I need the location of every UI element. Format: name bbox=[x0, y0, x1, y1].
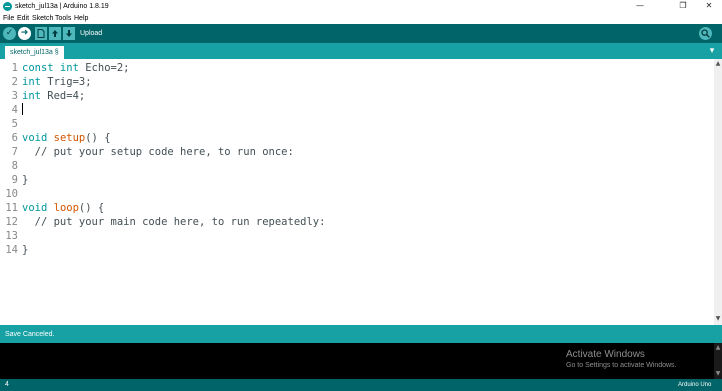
code-text: } bbox=[22, 244, 29, 256]
code-function: setup bbox=[53, 132, 86, 144]
code-text: Trig=3; bbox=[40, 76, 92, 88]
line-number: 12 bbox=[5, 216, 18, 228]
line-number: 3 bbox=[11, 90, 18, 102]
line-number: 5 bbox=[11, 118, 18, 130]
code-text: () { bbox=[78, 202, 105, 214]
line-number: 6 bbox=[11, 132, 18, 144]
code-keyword: void bbox=[22, 132, 48, 144]
status-message: Save Canceled. bbox=[5, 331, 55, 338]
activate-windows-title: Activate Windows bbox=[566, 349, 645, 360]
arrow-down-icon bbox=[66, 30, 72, 37]
code-editor[interactable]: 1 2 3 4 5 6 7 8 9 10 11 12 13 14 const int Echo=2; int… bbox=[0, 59, 722, 325]
line-number: 1 bbox=[11, 62, 18, 74]
line-number: 7 bbox=[11, 146, 18, 158]
arduino-logo-icon bbox=[3, 2, 12, 11]
menu-sketch[interactable]: Sketch bbox=[32, 13, 53, 24]
line-number: 13 bbox=[5, 230, 18, 242]
magnifier-icon bbox=[701, 29, 710, 38]
code-text: () { bbox=[85, 132, 111, 144]
open-sketch-button[interactable] bbox=[49, 27, 61, 40]
menu-file[interactable]: File bbox=[3, 13, 14, 24]
code-line[interactable]: int Red=4; bbox=[22, 89, 85, 103]
tab-bar: sketch_jul13a § ▾ bbox=[0, 43, 722, 59]
code-line[interactable]: // put your setup code here, to run once… bbox=[22, 145, 294, 159]
save-sketch-button[interactable] bbox=[63, 27, 75, 40]
code-line[interactable]: int Trig=3; bbox=[22, 75, 92, 89]
code-comment: // put your setup code here, to run once… bbox=[22, 146, 294, 158]
code-comment: // put your main code here, to run repea… bbox=[22, 216, 326, 228]
serial-monitor-button[interactable] bbox=[699, 27, 712, 40]
upload-button[interactable]: ➜ bbox=[18, 27, 31, 40]
activate-windows-subtitle: Go to Settings to activate Windows. bbox=[566, 362, 677, 369]
line-number: 10 bbox=[5, 188, 18, 200]
new-sketch-button[interactable] bbox=[35, 27, 47, 40]
code-line[interactable]: void loop() { bbox=[22, 201, 104, 215]
menu-edit[interactable]: Edit bbox=[17, 13, 29, 24]
code-line[interactable]: } bbox=[22, 173, 28, 187]
current-line-number: 4 bbox=[5, 381, 9, 388]
minimize-button[interactable]: — bbox=[628, 0, 652, 12]
code-text: Red=4; bbox=[40, 90, 86, 102]
menu-tools[interactable]: Tools bbox=[55, 13, 71, 24]
line-number: 14 bbox=[5, 244, 18, 256]
tab-menu-icon[interactable]: ▾ bbox=[706, 45, 718, 57]
board-name: Arduino Uno bbox=[678, 382, 712, 388]
code-function: loop bbox=[53, 202, 79, 214]
maximize-button[interactable]: ❐ bbox=[671, 0, 695, 12]
code-line[interactable]: } bbox=[22, 243, 28, 257]
scroll-up-icon[interactable]: ▲ bbox=[714, 60, 722, 68]
toolbar-hover-label: Upload bbox=[80, 30, 103, 37]
code-keyword: void bbox=[22, 202, 48, 214]
code-line[interactable]: // put your main code here, to run repea… bbox=[22, 215, 326, 229]
line-number: 2 bbox=[11, 76, 18, 88]
console-scroll-down-icon[interactable]: ▼ bbox=[714, 370, 722, 377]
close-button[interactable]: ✕ bbox=[697, 0, 721, 12]
status-bar: Save Canceled. bbox=[0, 325, 722, 343]
code-keyword: int bbox=[22, 76, 41, 88]
code-line[interactable]: const int Echo=2; bbox=[22, 61, 129, 75]
line-number: 4 bbox=[11, 104, 18, 116]
code-keyword: int bbox=[22, 90, 41, 102]
code-text: } bbox=[22, 174, 29, 186]
menu-bar: File Edit Sketch Tools Help bbox=[0, 13, 722, 24]
menu-help[interactable]: Help bbox=[74, 13, 88, 24]
scroll-down-icon[interactable]: ▼ bbox=[714, 315, 722, 323]
text-caret bbox=[22, 103, 23, 115]
window-title: sketch_jul13a | Arduino 1.8.19 bbox=[15, 3, 109, 10]
line-number-gutter: 1 2 3 4 5 6 7 8 9 10 11 12 13 14 bbox=[0, 59, 20, 325]
title-bar: sketch_jul13a | Arduino 1.8.19 — ❐ ✕ bbox=[0, 0, 722, 13]
new-file-icon bbox=[37, 29, 45, 38]
console-scroll-up-icon[interactable]: ▲ bbox=[714, 344, 722, 351]
line-number: 8 bbox=[11, 160, 18, 172]
code-text: Echo=2; bbox=[78, 62, 130, 74]
line-number: 9 bbox=[11, 174, 18, 186]
toolbar: ✓ ➜ Upload bbox=[0, 24, 722, 43]
verify-button[interactable]: ✓ bbox=[3, 27, 16, 40]
code-line[interactable]: void setup() { bbox=[22, 131, 111, 145]
console-scrollbar[interactable]: ▲ ▼ bbox=[714, 343, 722, 379]
line-number: 11 bbox=[5, 202, 18, 214]
code-keyword: const int bbox=[22, 62, 79, 74]
arrow-up-icon bbox=[52, 30, 58, 37]
editor-scrollbar[interactable]: ▲ ▼ bbox=[714, 59, 722, 325]
footer-bar: 4 Arduino Uno bbox=[0, 379, 722, 391]
tab-sketch[interactable]: sketch_jul13a § bbox=[5, 46, 64, 59]
